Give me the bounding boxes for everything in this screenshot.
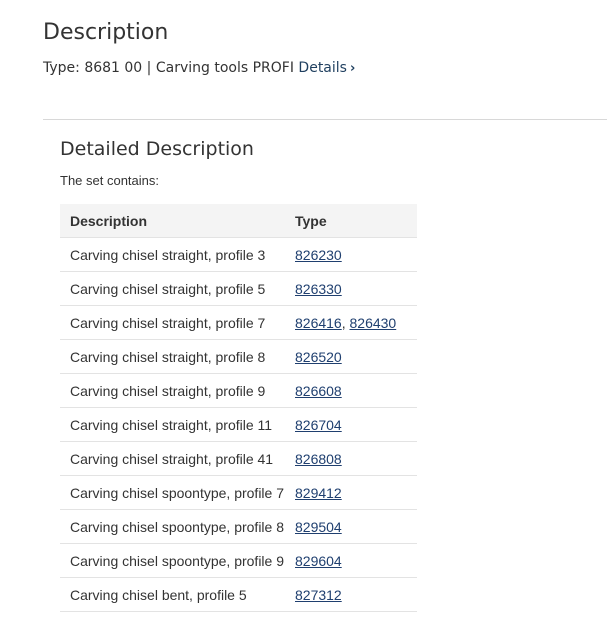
type-link[interactable]: 826230 bbox=[295, 247, 342, 263]
chevron-right-icon: › bbox=[349, 61, 356, 76]
table-row: Carving chisel straight, profile 5 826330 bbox=[60, 271, 417, 306]
section-title: Detailed Description bbox=[60, 138, 254, 160]
row-type-cell: 829504 bbox=[295, 509, 417, 544]
parts-table: Description Type Carving chisel straight… bbox=[60, 204, 417, 612]
row-type-cell: 827312 bbox=[295, 577, 417, 612]
row-description: Carving chisel straight, profile 7 bbox=[60, 305, 295, 340]
type-link[interactable]: 826808 bbox=[295, 451, 342, 467]
row-description: Carving chisel spoontype, profile 9 bbox=[60, 543, 295, 578]
section-divider bbox=[43, 119, 607, 120]
table-header-row: Description Type bbox=[60, 204, 417, 238]
row-description: Carving chisel straight, profile 9 bbox=[60, 373, 295, 408]
table-row: Carving chisel straight, profile 11 82670… bbox=[60, 407, 417, 442]
type-text: Type: 8681 00 | Carving tools PROFI bbox=[43, 60, 294, 76]
row-description: Carving chisel straight, profile 41 bbox=[60, 441, 295, 476]
row-type-cell: 826230 bbox=[295, 237, 417, 272]
details-label: Details bbox=[298, 60, 347, 76]
table-body: Carving chisel straight, profile 3 826230… bbox=[60, 237, 417, 612]
page-title: Description bbox=[43, 20, 169, 45]
table-row: Carving chisel bent, profile 5 827312 bbox=[60, 577, 417, 612]
table-row: Carving chisel spoontype, profile 8 82950… bbox=[60, 509, 417, 544]
row-type-cell: 829604 bbox=[295, 543, 417, 578]
table-row: Carving chisel straight, profile 7 826416… bbox=[60, 305, 417, 340]
row-description: Carving chisel straight, profile 8 bbox=[60, 339, 295, 374]
type-separator: , bbox=[341, 314, 350, 331]
row-description: Carving chisel straight, profile 11 bbox=[60, 407, 295, 442]
type-link[interactable]: 826608 bbox=[295, 383, 342, 399]
row-description: Carving chisel bent, profile 5 bbox=[60, 577, 295, 612]
table-row: Carving chisel straight, profile 8 826520 bbox=[60, 339, 417, 374]
row-type-cell: 826416, 826430 bbox=[295, 305, 417, 340]
column-header-description: Description bbox=[60, 204, 295, 238]
type-link[interactable]: 826704 bbox=[295, 417, 342, 433]
row-type-cell: 826520 bbox=[295, 339, 417, 374]
type-link[interactable]: 826330 bbox=[295, 281, 342, 297]
type-link[interactable]: 829412 bbox=[295, 485, 342, 501]
table-row: Carving chisel straight, profile 9 826608 bbox=[60, 373, 417, 408]
type-link[interactable]: 826520 bbox=[295, 349, 342, 365]
row-description: Carving chisel spoontype, profile 8 bbox=[60, 509, 295, 544]
row-type-cell: 829412 bbox=[295, 475, 417, 510]
table-row: Carving chisel straight, profile 41 82680… bbox=[60, 441, 417, 476]
row-description: Carving chisel straight, profile 3 bbox=[60, 237, 295, 272]
type-link[interactable]: 829604 bbox=[295, 553, 342, 569]
type-link[interactable]: 827312 bbox=[295, 587, 342, 603]
type-link[interactable]: 826430 bbox=[350, 315, 397, 331]
row-description: Carving chisel spoontype, profile 7 bbox=[60, 475, 295, 510]
table-row: Carving chisel spoontype, profile 7 82941… bbox=[60, 475, 417, 510]
row-description: Carving chisel straight, profile 5 bbox=[60, 271, 295, 306]
row-type-cell: 826808 bbox=[295, 441, 417, 476]
set-intro-text: The set contains: bbox=[60, 173, 159, 188]
type-link[interactable]: 829504 bbox=[295, 519, 342, 535]
type-link[interactable]: 826416 bbox=[295, 315, 342, 331]
table-row: Carving chisel straight, profile 3 826230 bbox=[60, 237, 417, 272]
row-type-cell: 826330 bbox=[295, 271, 417, 306]
column-header-type: Type bbox=[295, 204, 417, 238]
row-type-cell: 826608 bbox=[295, 373, 417, 408]
details-link[interactable]: Details › bbox=[298, 60, 355, 76]
table-row: Carving chisel spoontype, profile 9 82960… bbox=[60, 543, 417, 578]
type-line: Type: 8681 00 | Carving tools PROFI Deta… bbox=[43, 58, 355, 79]
row-type-cell: 826704 bbox=[295, 407, 417, 442]
